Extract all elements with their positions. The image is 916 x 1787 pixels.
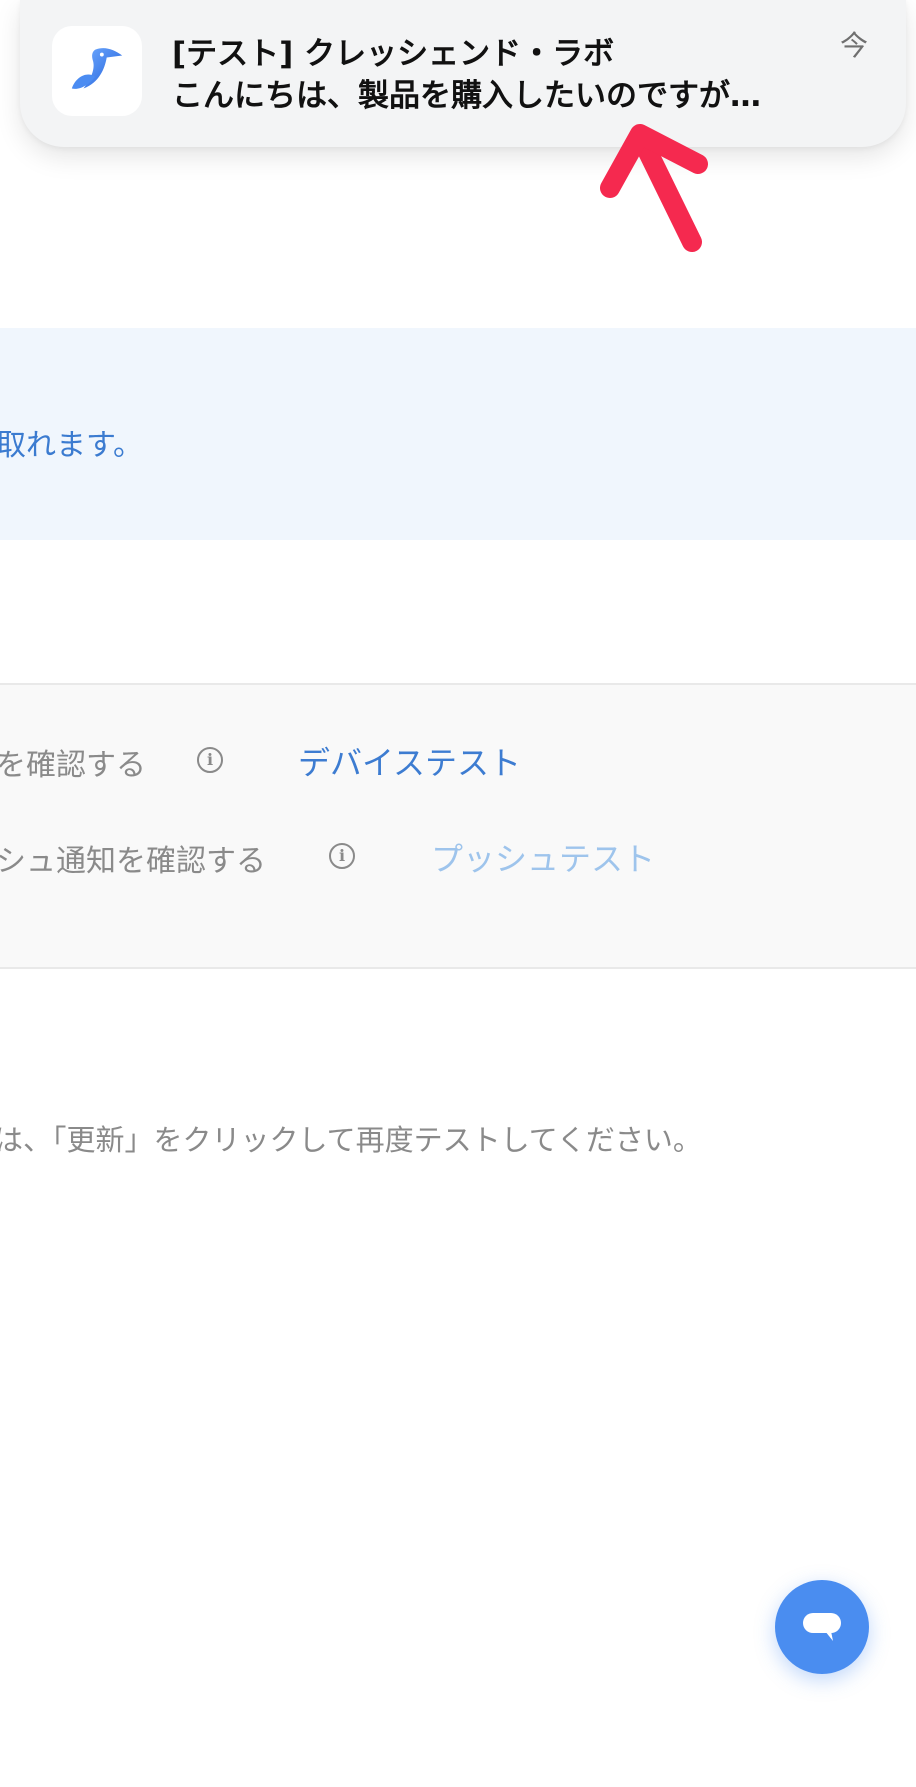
info-icon[interactable]: i (197, 747, 223, 773)
chat-bubble-icon (803, 1613, 841, 1641)
notification-body: こんにちは、製品を購入したいのですが… (172, 78, 761, 114)
device-test-link[interactable]: デバイステスト (298, 738, 521, 784)
info-banner-text: 取れます。 (0, 428, 143, 463)
push-test-link: プッシュテスト (431, 840, 656, 878)
push-notification[interactable]: [テスト] クレッシェンド・ラボ こんにちは、製品を購入したいのですが… 今 (20, 0, 906, 147)
push-test-label: シュ通知を確認する (0, 844, 266, 879)
refresh-hint-text: は、「更新」をクリックして再度テストしてください。 (0, 1123, 702, 1157)
device-test-label: を確認する (0, 748, 146, 783)
chat-button[interactable] (775, 1580, 869, 1674)
pelican-logo-icon (52, 26, 142, 116)
info-icon[interactable]: i (329, 843, 355, 869)
test-panel (0, 683, 916, 969)
notification-time: 今 (839, 29, 868, 62)
page: [テスト] クレッシェンド・ラボ こんにちは、製品を購入したいのですが… 今 取… (0, 0, 916, 1787)
red-arrow-annotation (600, 124, 708, 252)
notification-title: [テスト] クレッシェンド・ラボ (172, 36, 615, 72)
